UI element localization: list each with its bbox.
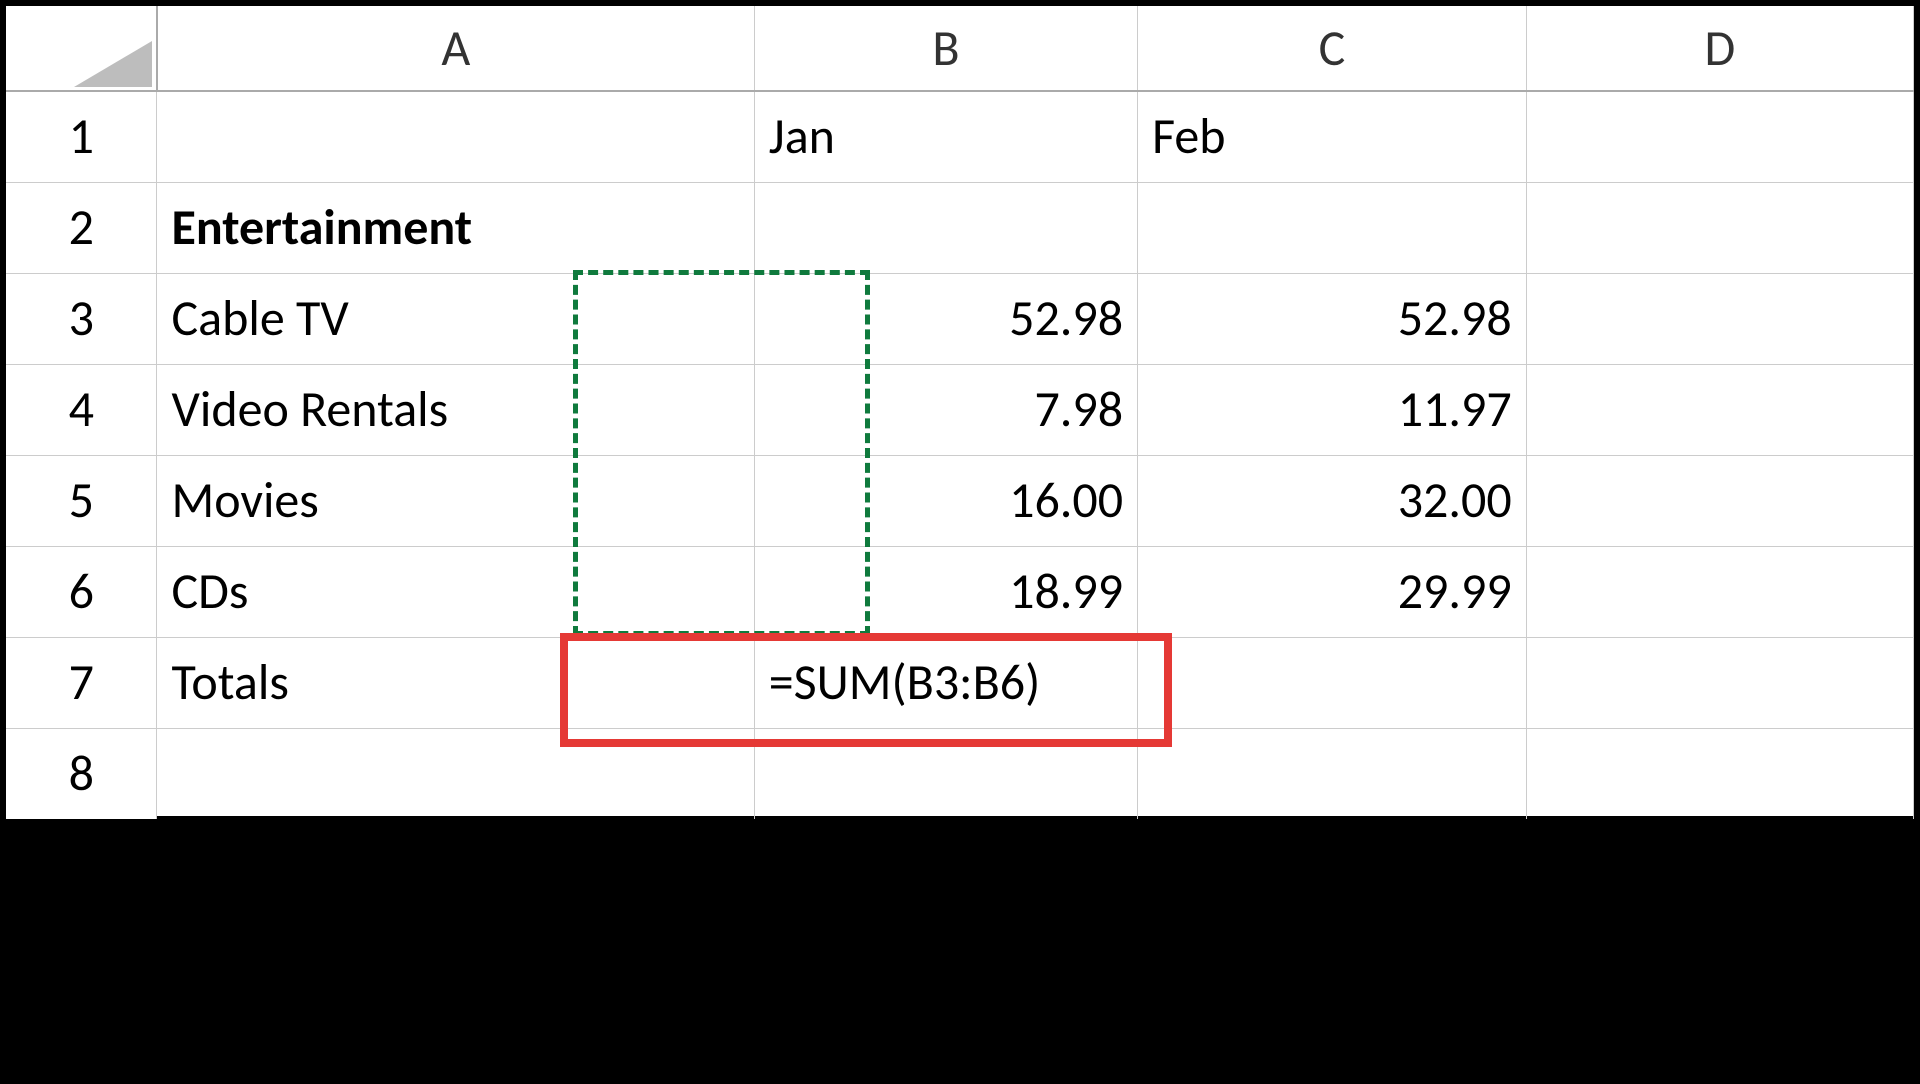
column-header-C[interactable]: C [1138,6,1527,91]
row-2: 2 Entertainment [6,182,1914,273]
spreadsheet: A B C D 1 Jan Feb 2 Entertainment 3 Cabl… [6,6,1914,816]
row-header-5[interactable]: 5 [6,455,157,546]
cell-A4[interactable]: Video Rentals [157,364,754,455]
cell-B7[interactable]: =SUM(B3:B6) [754,637,1137,728]
cell-B3[interactable]: 52.98 [754,273,1137,364]
column-header-row: A B C D [6,6,1914,91]
row-header-6[interactable]: 6 [6,546,157,637]
row-header-2[interactable]: 2 [6,182,157,273]
cell-A3[interactable]: Cable TV [157,273,754,364]
cell-C8[interactable] [1138,728,1527,819]
cell-A8[interactable] [157,728,754,819]
cell-A7[interactable]: Totals [157,637,754,728]
row-4: 4 Video Rentals 7.98 11.97 [6,364,1914,455]
cell-C3[interactable]: 52.98 [1138,273,1527,364]
cell-B6[interactable]: 18.99 [754,546,1137,637]
row-header-1[interactable]: 1 [6,91,157,182]
column-header-B[interactable]: B [754,6,1137,91]
cell-C2[interactable] [1138,182,1527,273]
column-header-D[interactable]: D [1526,6,1913,91]
row-8: 8 [6,728,1914,819]
cell-D2[interactable] [1526,182,1913,273]
row-header-7[interactable]: 7 [6,637,157,728]
cell-B1[interactable]: Jan [754,91,1137,182]
cell-B2[interactable] [754,182,1137,273]
cell-A1[interactable] [157,91,754,182]
row-6: 6 CDs 18.99 29.99 [6,546,1914,637]
row-3: 3 Cable TV 52.98 52.98 [6,273,1914,364]
cell-D1[interactable] [1526,91,1913,182]
cell-A6[interactable]: CDs [157,546,754,637]
cell-C5[interactable]: 32.00 [1138,455,1527,546]
column-header-A[interactable]: A [157,6,754,91]
cell-D6[interactable] [1526,546,1913,637]
select-all-corner[interactable] [6,6,157,91]
cell-B5[interactable]: 16.00 [754,455,1137,546]
row-header-4[interactable]: 4 [6,364,157,455]
cell-D4[interactable] [1526,364,1913,455]
cell-C6[interactable]: 29.99 [1138,546,1527,637]
cell-D3[interactable] [1526,273,1913,364]
row-header-8[interactable]: 8 [6,728,157,819]
cell-D8[interactable] [1526,728,1913,819]
row-header-3[interactable]: 3 [6,273,157,364]
row-1: 1 Jan Feb [6,91,1914,182]
cell-D5[interactable] [1526,455,1913,546]
row-5: 5 Movies 16.00 32.00 [6,455,1914,546]
cell-A5[interactable]: Movies [157,455,754,546]
cell-B8[interactable] [754,728,1137,819]
cell-A2[interactable]: Entertainment [157,182,754,273]
cell-C1[interactable]: Feb [1138,91,1527,182]
cell-D7[interactable] [1526,637,1913,728]
cell-C4[interactable]: 11.97 [1138,364,1527,455]
grid[interactable]: A B C D 1 Jan Feb 2 Entertainment 3 Cabl… [6,6,1914,819]
cell-C7[interactable] [1138,637,1527,728]
cell-B4[interactable]: 7.98 [754,364,1137,455]
row-7: 7 Totals =SUM(B3:B6) [6,637,1914,728]
